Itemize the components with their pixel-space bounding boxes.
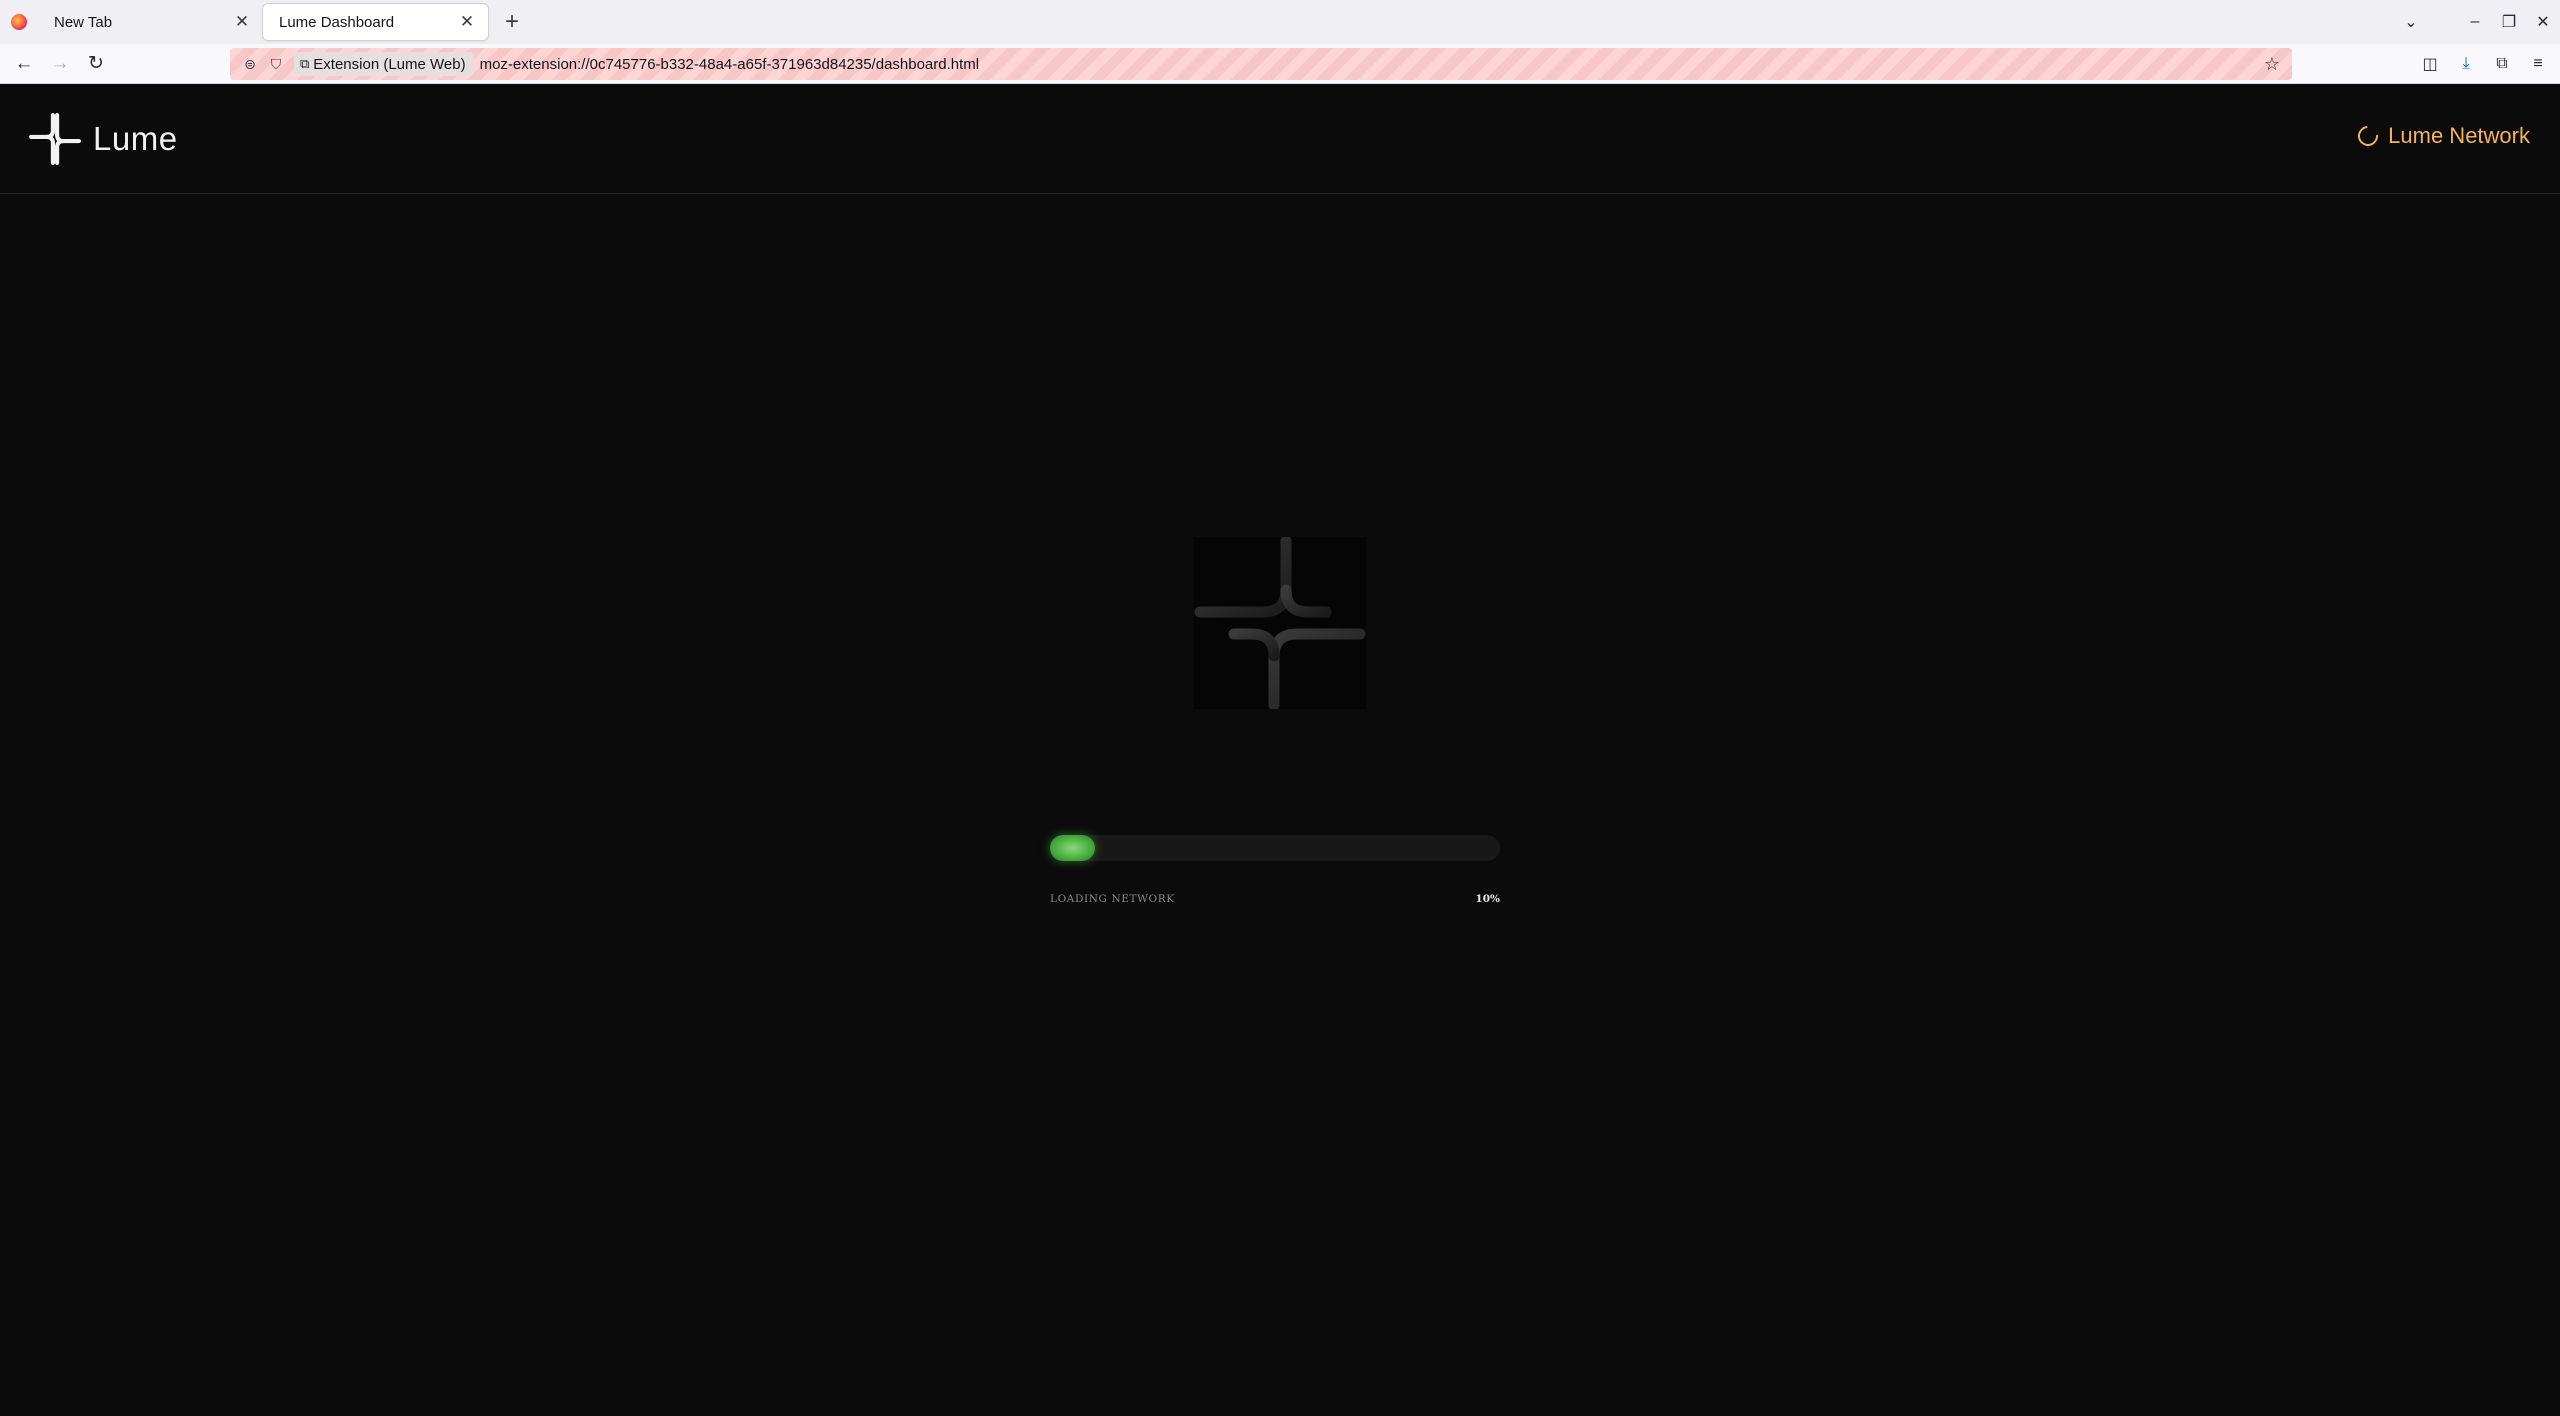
list-all-tabs-icon[interactable]: ⌄ — [2394, 0, 2428, 44]
tab-bar: New Tab ✕ Lume Dashboard ✕ + ⌄ – ❐ ✕ — [0, 0, 2560, 44]
loading-label: LOADING NETWORK — [1050, 893, 1175, 905]
reload-icon[interactable]: ↻ — [78, 46, 114, 82]
tab-new-tab[interactable]: New Tab ✕ — [38, 0, 263, 44]
puzzle-icon: ⧉ — [300, 56, 310, 71]
lume-logo[interactable]: Lume — [29, 113, 178, 165]
app-header: Lume Lume Network — [0, 85, 2560, 194]
menu-icon[interactable]: ≡ — [2520, 46, 2556, 82]
network-status[interactable]: Lume Network — [2354, 121, 2530, 151]
pocket-icon[interactable]: ◫ — [2412, 46, 2448, 82]
restore-button[interactable]: ❐ — [2492, 0, 2526, 44]
navigation-toolbar: ← → ↻ ⊜ ⛉ ⧉ Extension (Lume Web) moz-ext… — [0, 44, 2560, 84]
shield-icon[interactable]: ⛉ — [264, 52, 288, 76]
url-bar[interactable]: ⊜ ⛉ ⧉ Extension (Lume Web) moz-extension… — [230, 48, 2292, 80]
tab-lume-dashboard[interactable]: Lume Dashboard ✕ — [263, 4, 488, 40]
forward-icon[interactable]: → — [42, 46, 78, 82]
robot-icon[interactable]: ⊜ — [238, 52, 262, 76]
loading-progress-bar — [1050, 835, 1500, 861]
tab-label: New Tab — [54, 13, 113, 31]
progress-fill — [1050, 835, 1095, 861]
close-icon[interactable]: ✕ — [456, 11, 478, 33]
logo-text: Lume — [93, 120, 178, 157]
extension-identity-chip[interactable]: ⧉ Extension (Lume Web) — [294, 52, 474, 76]
back-icon[interactable]: ← — [6, 46, 42, 82]
dashboard-page: Lume Lume Network LOADING NETWORK 10% — [0, 85, 2560, 1416]
extensions-icon[interactable]: ⧉ — [2484, 46, 2520, 82]
loading-spinner-icon — [2354, 121, 2383, 151]
bookmark-star-icon[interactable]: ☆ — [2260, 52, 2284, 76]
loading-percent: 10% — [1475, 893, 1500, 905]
url-text[interactable]: moz-extension://0c745776-b332-48a4-a65f-… — [480, 56, 980, 73]
lume-logo-icon — [29, 113, 81, 165]
minimize-button[interactable]: – — [2458, 0, 2492, 44]
tab-label: Lume Dashboard — [279, 13, 395, 31]
loading-logo — [1194, 535, 1366, 711]
new-tab-button[interactable]: + — [494, 0, 530, 44]
network-status-label: Lume Network — [2388, 123, 2530, 148]
download-icon[interactable]: ⤓ — [2448, 46, 2484, 82]
close-window-button[interactable]: ✕ — [2526, 0, 2560, 44]
lume-mark-icon — [1194, 535, 1366, 711]
extension-label: Extension (Lume Web) — [313, 55, 466, 73]
firefox-view-icon[interactable] — [0, 0, 38, 44]
close-icon[interactable]: ✕ — [231, 11, 253, 33]
